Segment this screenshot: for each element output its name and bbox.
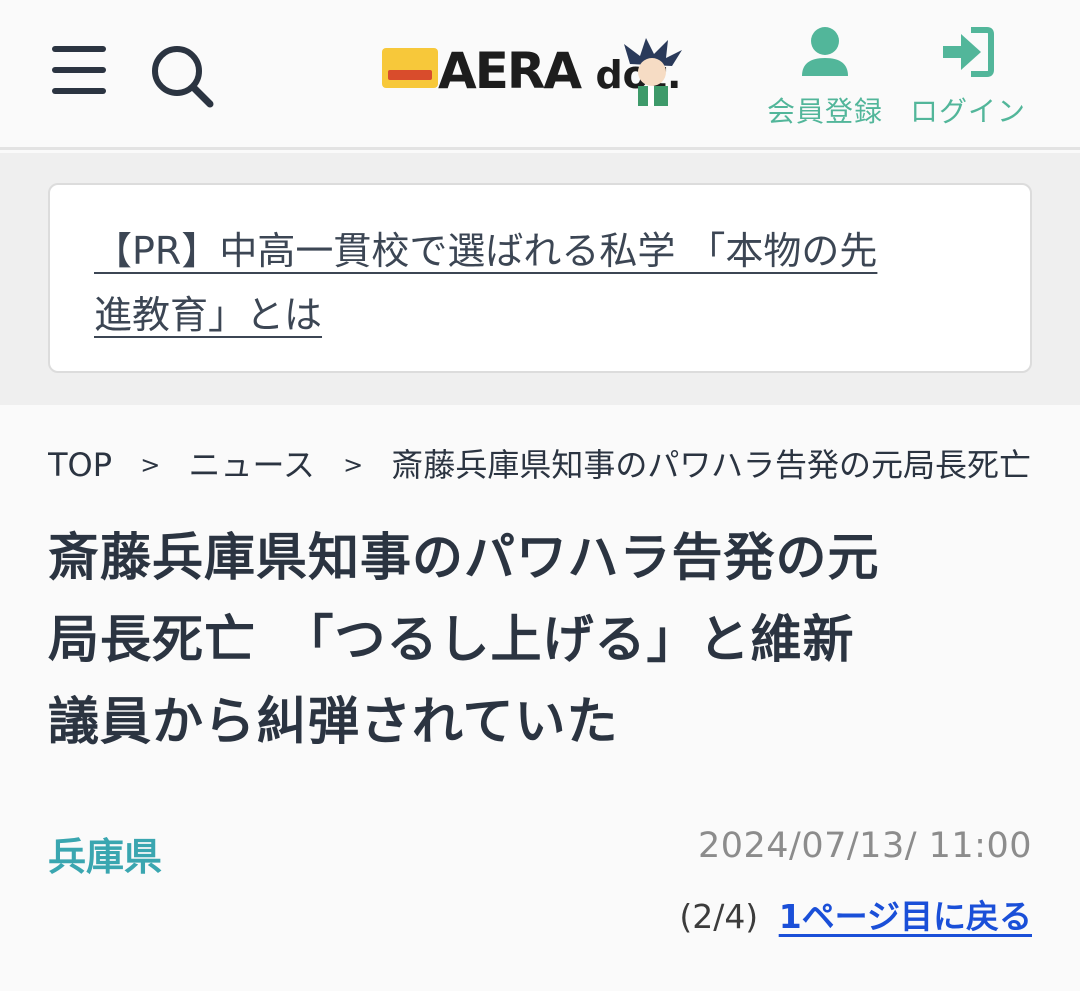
article-title-line3: 議員から糾弾されていた — [48, 693, 619, 752]
breadcrumb-separator: > — [140, 451, 161, 479]
member-register-label: 会員登録 — [766, 95, 883, 128]
pr-card: 【PR】中高一貫校で選ばれる私学 「本物の先 進教育」とは — [48, 183, 1032, 373]
breadcrumb: TOP > ニュース > 斎藤兵庫県知事のパワハラ告発の元局長死亡 — [48, 440, 1032, 490]
pr-section: 【PR】中高一貫校で選ばれる私学 「本物の先 進教育」とは — [0, 153, 1080, 405]
publish-date: 2024/07/13/ 11:00 — [697, 826, 1032, 866]
article-title-line1: 斎藤兵庫県知事のパワハラ告発の元 — [48, 529, 880, 588]
mascot-character-icon — [624, 38, 682, 106]
breadcrumb-separator: > — [343, 451, 364, 479]
breadcrumb-current: 斎藤兵庫県知事のパワハラ告発の元局長死亡 — [391, 446, 1032, 484]
article-title: 斎藤兵庫県知事のパワハラ告発の元 局長死亡 「つるし上げる」と維新 議員から糾弾… — [48, 518, 1032, 764]
search-icon[interactable] — [150, 44, 216, 108]
member-register-button[interactable]: 会員登録 — [762, 26, 888, 130]
back-to-page1-link[interactable]: 1ページ目に戻る — [779, 897, 1032, 936]
site-logo[interactable]: AERA dot. — [380, 36, 686, 106]
breadcrumb-top[interactable]: TOP — [48, 446, 112, 484]
hamburger-menu-icon[interactable] — [50, 44, 108, 96]
category-tag[interactable]: 兵庫県 — [48, 826, 162, 881]
page-indicator: (2/4) — [679, 897, 759, 936]
sign-in-icon — [943, 27, 994, 77]
login-label: ログイン — [909, 95, 1026, 128]
pr-link-line2[interactable]: 進教育」とは — [94, 283, 322, 347]
campaign-badge — [382, 48, 438, 88]
site-header: AERA dot. 会員登録 ログイン — [0, 0, 1080, 150]
login-button[interactable]: ログイン — [906, 26, 1030, 130]
pagination-info: (2/4) 1ページ目に戻る — [679, 890, 1032, 938]
pr-link-line1[interactable]: 【PR】中高一貫校で選ばれる私学 「本物の先 — [94, 219, 986, 283]
article-title-line2: 局長死亡 「つるし上げる」と維新 — [48, 611, 855, 670]
breadcrumb-news[interactable]: ニュース — [188, 446, 314, 484]
user-icon — [802, 27, 848, 76]
